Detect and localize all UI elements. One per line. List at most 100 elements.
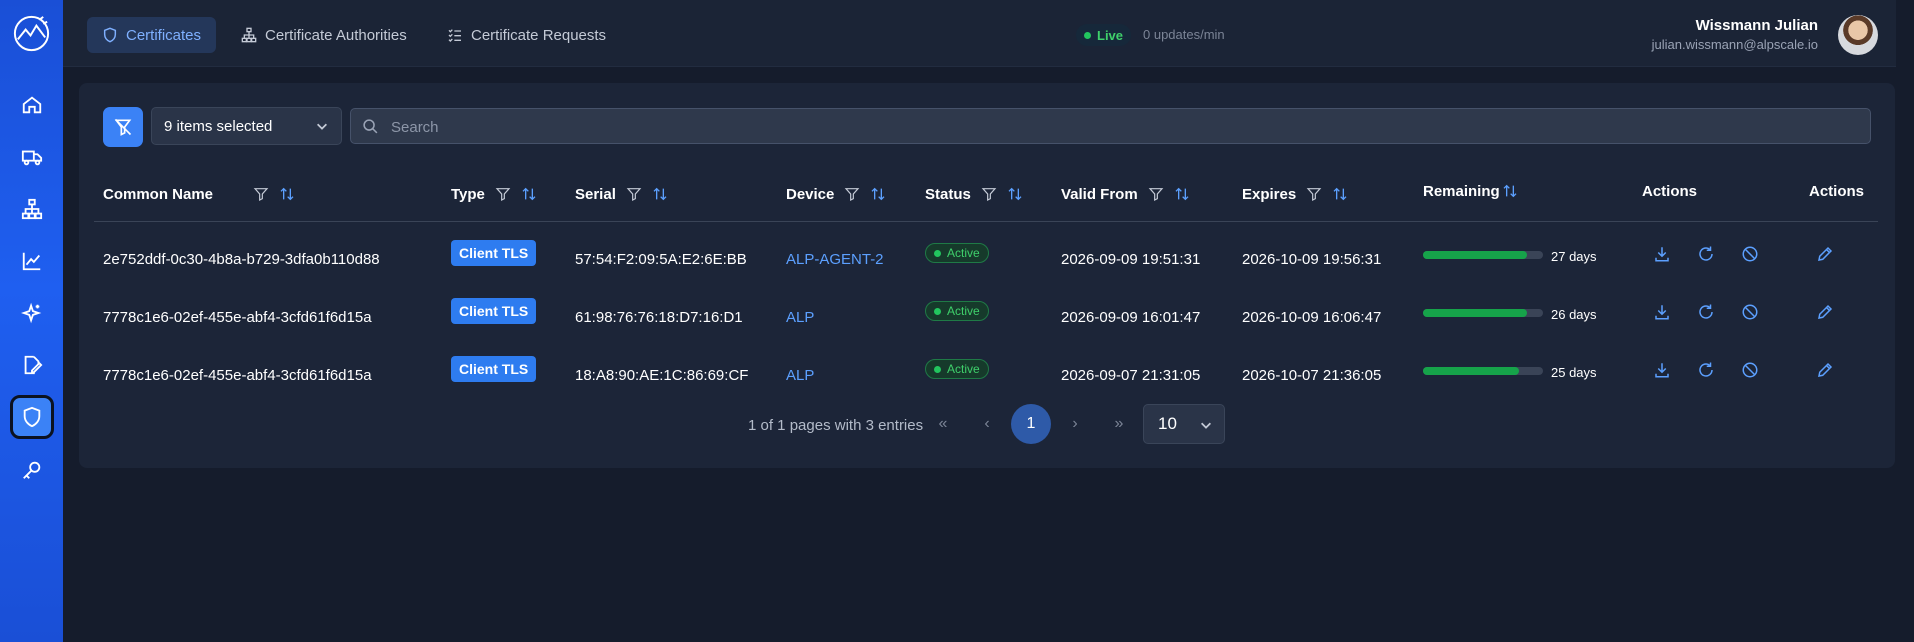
search-input[interactable] (389, 109, 1853, 145)
tab-certificates-label: Certificates (126, 26, 202, 44)
filter-icon[interactable] (1148, 186, 1164, 202)
type-badge: Client TLS (451, 298, 537, 324)
column-select[interactable]: 9 items selected (151, 107, 342, 145)
download-button[interactable] (1653, 361, 1673, 381)
page-1-button[interactable]: 1 (1011, 404, 1051, 444)
status-badge: Active (925, 301, 989, 321)
header-actions-2-label: Actions (1809, 182, 1865, 200)
ban-icon (1742, 246, 1758, 262)
nav-file-signature-icon[interactable] (12, 345, 52, 385)
remaining-progress-bar (1423, 251, 1543, 259)
sort-icon[interactable] (870, 186, 886, 202)
live-status-badge: Live (1076, 24, 1132, 46)
cell-common-name: 7778c1e6-02ef-455e-abf4-3cfd61f6d15a (103, 309, 372, 326)
edit-button[interactable] (1816, 303, 1836, 323)
header-valid-from: Valid From (1061, 183, 1190, 205)
last-page-button[interactable]: » (1099, 404, 1139, 444)
cell-serial: 57:54:F2:09:5A:E2:6E:BB (575, 251, 747, 268)
first-page-button[interactable]: « (923, 404, 963, 444)
nav-sparkles-icon[interactable] (12, 293, 52, 333)
device-link[interactable]: ALP-AGENT-2 (786, 251, 884, 268)
header-status: Status (925, 183, 1023, 205)
page-size-select[interactable]: 10 (1143, 404, 1225, 444)
pencil-icon (1818, 304, 1833, 319)
cell-expires: 2026-10-09 19:56:31 (1242, 251, 1382, 268)
user-email: julian.wissmann@alpscale.io (1651, 37, 1818, 52)
download-button[interactable] (1653, 245, 1673, 265)
cell-valid-from: 2026-09-09 19:51:31 (1061, 251, 1201, 268)
table-row[interactable]: 2e752ddf-0c30-4b8a-b729-3dfa0b110d88 Cli… (79, 231, 1895, 289)
pagination-summary: 1 of 1 pages with 3 entries (748, 417, 924, 434)
renew-button[interactable] (1697, 303, 1717, 323)
download-button[interactable] (1653, 303, 1673, 323)
cell-expires: 2026-10-07 21:36:05 (1242, 367, 1382, 384)
header-remaining: Remaining (1423, 180, 1518, 202)
nav-home-icon[interactable] (12, 85, 52, 125)
sitemap-icon (241, 27, 257, 43)
revoke-button[interactable] (1741, 245, 1761, 265)
list-check-icon (448, 29, 461, 42)
renew-button[interactable] (1697, 361, 1717, 381)
header-actions-2: Actions (1809, 180, 1864, 202)
sort-icon[interactable] (1332, 186, 1348, 202)
sort-icon[interactable] (521, 186, 537, 202)
table-row[interactable]: 7778c1e6-02ef-455e-abf4-3cfd61f6d15a Cli… (79, 347, 1895, 405)
refresh-icon (1699, 362, 1713, 377)
scrollbar-track[interactable] (1896, 0, 1914, 642)
device-link[interactable]: ALP (786, 367, 814, 384)
nav-shield-icon[interactable] (10, 395, 54, 439)
filter-icon[interactable] (981, 186, 997, 202)
tab-certificate-requests[interactable]: Certificate Requests (432, 17, 621, 53)
nav-chart-icon[interactable] (12, 241, 52, 281)
filter-icon[interactable] (626, 186, 642, 202)
chevron-down-icon (317, 123, 327, 130)
filter-icon[interactable] (495, 186, 511, 202)
update-rate: 0 updates/min (1143, 27, 1225, 42)
app-logo[interactable] (10, 12, 53, 55)
revoke-button[interactable] (1741, 361, 1761, 381)
chevron-down-icon (1201, 422, 1211, 429)
tab-certificate-authorities[interactable]: Certificate Authorities (226, 17, 422, 53)
cell-common-name: 7778c1e6-02ef-455e-abf4-3cfd61f6d15a (103, 367, 372, 384)
sort-icon[interactable] (1007, 186, 1023, 202)
header-expires-label: Expires (1242, 185, 1297, 203)
live-label: Live (1097, 27, 1124, 43)
filter-icon[interactable] (1306, 186, 1322, 202)
sidebar (0, 0, 63, 642)
type-badge: Client TLS (451, 240, 537, 266)
nav-truck-icon[interactable] (12, 137, 52, 177)
clear-filter-button[interactable] (103, 107, 143, 147)
sort-icon[interactable] (279, 186, 295, 202)
search-field (350, 108, 1871, 145)
nav-network-icon[interactable] (12, 189, 52, 229)
revoke-button[interactable] (1741, 303, 1761, 323)
table-row[interactable]: 7778c1e6-02ef-455e-abf4-3cfd61f6d15a Cli… (79, 289, 1895, 347)
refresh-icon (1699, 304, 1713, 319)
remaining-progress-bar (1423, 309, 1543, 317)
nav-key-icon[interactable] (12, 450, 52, 490)
live-dot-icon (1084, 31, 1091, 39)
status-badge: Active (925, 243, 989, 263)
ban-icon (1742, 304, 1758, 320)
next-page-button[interactable]: › (1055, 404, 1095, 444)
cell-serial: 18:A8:90:AE:1C:86:69:CF (575, 367, 749, 384)
prev-page-button[interactable]: ‹ (967, 404, 1007, 444)
status-dot-icon (934, 249, 941, 257)
type-badge: Client TLS (451, 356, 537, 382)
renew-button[interactable] (1697, 245, 1717, 265)
edit-button[interactable] (1816, 245, 1836, 265)
device-link[interactable]: ALP (786, 309, 814, 326)
sort-icon[interactable] (652, 186, 668, 202)
avatar[interactable] (1838, 15, 1878, 55)
filter-icon[interactable] (253, 186, 269, 202)
sort-icon[interactable] (1174, 186, 1190, 202)
download-icon (1655, 247, 1669, 262)
header-expires: Expires (1242, 183, 1348, 205)
remaining-progress-fill (1423, 367, 1519, 375)
edit-button[interactable] (1816, 361, 1836, 381)
tab-certificate-authorities-label: Certificate Authorities (265, 26, 407, 44)
filter-icon[interactable] (844, 186, 860, 202)
sort-icon[interactable] (1502, 183, 1518, 199)
user-name: Wissmann Julian (1695, 17, 1818, 34)
tab-certificates[interactable]: Certificates (87, 17, 217, 53)
